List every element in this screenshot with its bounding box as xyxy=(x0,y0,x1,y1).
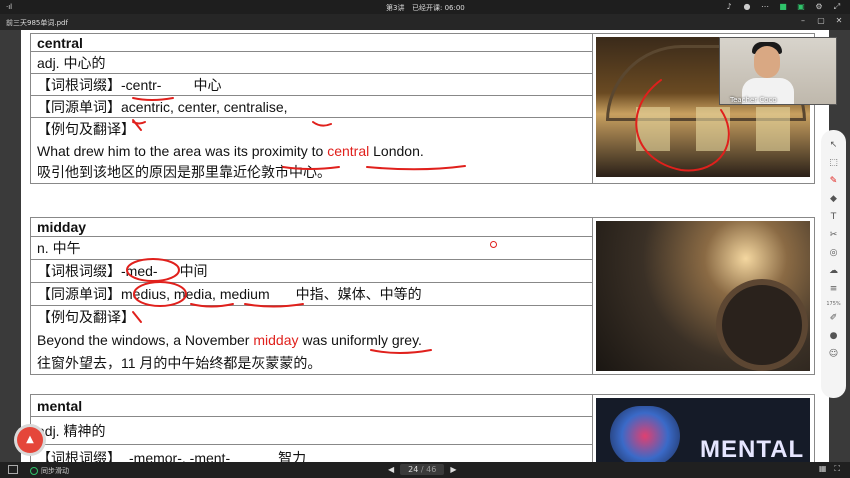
entry-cognates: 【同源单词】medius, media, medium 中指、媒体、中等的 xyxy=(30,281,593,306)
entry-translation: 吸引他到该地区的原因是那里靠近伦敦市中心。 xyxy=(30,161,593,184)
root-meaning: 中心 xyxy=(193,76,222,93)
fullscreen-icon[interactable]: ⤢ xyxy=(832,2,842,11)
webcam-face xyxy=(754,46,780,78)
mic-icon[interactable]: ● xyxy=(742,2,752,11)
root-label: 【词根词缀】 xyxy=(37,262,121,279)
cognate-label: 【同源单词】 xyxy=(37,285,121,302)
cognate-meaning: 中指、媒体、中等的 xyxy=(295,285,422,302)
root-value: -centr- xyxy=(121,76,162,93)
entry-example: Beyond the windows, a November midday wa… xyxy=(30,328,593,352)
pen-icon[interactable]: ✎ xyxy=(827,174,841,189)
root-value: -memor-, -ment- xyxy=(129,449,231,462)
select-icon[interactable]: ⬚ xyxy=(827,156,841,171)
word-entry-mental: mental MENTAL adj. 精神的 【词根词缀】 -memor-, -m… xyxy=(30,393,815,462)
example-highlight: central xyxy=(327,142,370,159)
next-page-icon[interactable]: ▶ xyxy=(450,465,456,474)
example-after: was uniformly grey. xyxy=(298,331,422,348)
webcam-name: Teacher Coco xyxy=(730,96,777,104)
sync-toggle-icon xyxy=(30,467,38,475)
entry-root: 【词根词缀】 -memor-, -ment- 智力 xyxy=(30,443,593,462)
entry-image-cell: MENTAL xyxy=(592,394,815,462)
word-entry-central: central adj. 中心的 【词根词缀】-centr- 中心 【同源单词】a… xyxy=(30,33,815,184)
entry-image-cell xyxy=(592,217,815,375)
lesson-label: 第3讲 xyxy=(386,4,405,12)
file-name: 前三天985单词.pdf xyxy=(6,19,68,27)
example-before: Beyond the windows, a November xyxy=(37,331,254,348)
bottom-toolbar: 同步滑动 ◀ 24 / 46 ▶ ▦ ⛶ xyxy=(0,462,850,478)
pdf-viewer-app: ·ıl 第3讲 已经开课: 06:00 ♪ ● ⋯ ■ ▣ ⚙ ⤢ 前三天985… xyxy=(0,0,850,478)
volume-icon[interactable]: ♪ xyxy=(724,2,734,11)
sync-scroll-toggle[interactable]: 同步滑动 xyxy=(30,466,69,476)
brain-illustration: MENTAL xyxy=(596,398,810,462)
more-icon[interactable]: ⋯ xyxy=(760,2,770,11)
settings-icon[interactable]: ⚙ xyxy=(814,2,824,11)
entry-pos: adj. 精神的 xyxy=(30,416,593,445)
text-icon[interactable]: T xyxy=(827,210,841,225)
example-highlight: midday xyxy=(253,331,299,348)
entry-word: midday xyxy=(30,217,593,237)
annotation-tool-rail: ↖ ⬚ ✎ ◆ T ✂ ◎ ☁ ≡ 175% ✐ ● ☺ xyxy=(821,130,846,398)
entry-word: central xyxy=(30,33,593,52)
document-title-bar: 前三天985单词.pdf – ▢ ✕ xyxy=(0,14,850,30)
cognate-value: acentric, center, centralise, xyxy=(121,98,288,115)
root-label: 【词根词缀】 xyxy=(37,449,121,462)
word-entry-midday: midday n. 中午 【词根词缀】-med- 中间 【同源单词】medius,… xyxy=(30,217,815,376)
entry-word: mental xyxy=(30,393,593,418)
laser-pointer xyxy=(490,241,497,248)
total-pages: / 46 xyxy=(420,465,437,474)
image-caption: MENTAL xyxy=(700,436,805,462)
root-meaning: 智力 xyxy=(278,449,307,462)
current-page: 24 xyxy=(408,465,419,474)
pdf-page: central adj. 中心的 【词根词缀】-centr- 中心 【同源单词】a… xyxy=(21,30,829,462)
entry-example-label: 【例句及翻译】 xyxy=(30,117,593,140)
mic-off-icon[interactable]: ● xyxy=(827,329,841,344)
grid-view-icon[interactable]: ▦ xyxy=(819,464,827,474)
root-value: -med- xyxy=(121,262,158,279)
restore-icon[interactable]: ▢ xyxy=(816,16,826,25)
sync-label: 同步滑动 xyxy=(41,467,69,475)
scissors-icon[interactable]: ✂ xyxy=(827,228,841,243)
elapsed-time: 已经开课: 06:00 xyxy=(412,4,465,12)
root-meaning: 中间 xyxy=(179,262,208,279)
example-after: London. xyxy=(369,142,424,159)
top-status-bar: ·ıl 第3讲 已经开课: 06:00 ♪ ● ⋯ ■ ▣ ⚙ ⤢ xyxy=(0,0,850,14)
clock-photo xyxy=(596,221,810,371)
screen-share-icon[interactable]: ▣ xyxy=(796,2,806,11)
webcam-preview[interactable]: Teacher Coco xyxy=(719,37,837,105)
entry-root: 【词根词缀】-centr- 中心 xyxy=(30,73,593,96)
entry-pos: adj. 中心的 xyxy=(30,51,593,74)
edit-icon[interactable]: ✐ xyxy=(827,311,841,326)
entry-root: 【词根词缀】-med- 中间 xyxy=(30,258,593,283)
pointer-icon[interactable]: ↖ xyxy=(827,138,841,153)
fit-page-icon[interactable]: ⛶ xyxy=(834,464,840,474)
users-icon[interactable]: ☺ xyxy=(827,347,841,362)
bottom-right-tools: ▦ ⛶ xyxy=(819,464,840,474)
entry-example-label: 【例句及翻译】 xyxy=(30,304,593,329)
layers-icon[interactable]: ≡ xyxy=(827,282,841,297)
laser-icon[interactable]: ◎ xyxy=(827,246,841,261)
page-indicator[interactable]: 24 / 46 xyxy=(400,464,445,475)
floating-assistant-button[interactable]: ▲ xyxy=(17,427,43,453)
sidebar-toggle-icon[interactable] xyxy=(8,465,18,474)
eraser-icon[interactable]: ◆ xyxy=(827,192,841,207)
entry-translation: 往窗外望去，11 月的中午始终都是灰蒙蒙的。 xyxy=(30,351,593,376)
cognate-label: 【同源单词】 xyxy=(37,98,121,115)
top-toolbar: ♪ ● ⋯ ■ ▣ ⚙ ⤢ xyxy=(724,2,842,11)
minimize-icon[interactable]: – xyxy=(798,16,808,25)
entry-pos: n. 中午 xyxy=(30,235,593,260)
camera-icon[interactable]: ■ xyxy=(778,2,788,11)
root-label: 【词根词缀】 xyxy=(37,76,121,93)
prev-page-icon[interactable]: ◀ xyxy=(388,465,394,474)
signal-indicator: ·ıl xyxy=(6,3,13,11)
entry-cognates: 【同源单词】acentric, center, centralise, xyxy=(30,95,593,118)
cognate-value: medius, media, medium xyxy=(121,285,270,302)
entry-example: What drew him to the area was its proxim… xyxy=(30,139,593,162)
example-before: What drew him to the area was its proxim… xyxy=(37,142,328,159)
zoom-level: 175% xyxy=(826,301,841,307)
page-navigator: ◀ 24 / 46 ▶ xyxy=(388,464,456,475)
window-controls: – ▢ ✕ xyxy=(798,16,844,25)
close-icon[interactable]: ✕ xyxy=(834,16,844,25)
cloud-icon[interactable]: ☁ xyxy=(827,264,841,279)
